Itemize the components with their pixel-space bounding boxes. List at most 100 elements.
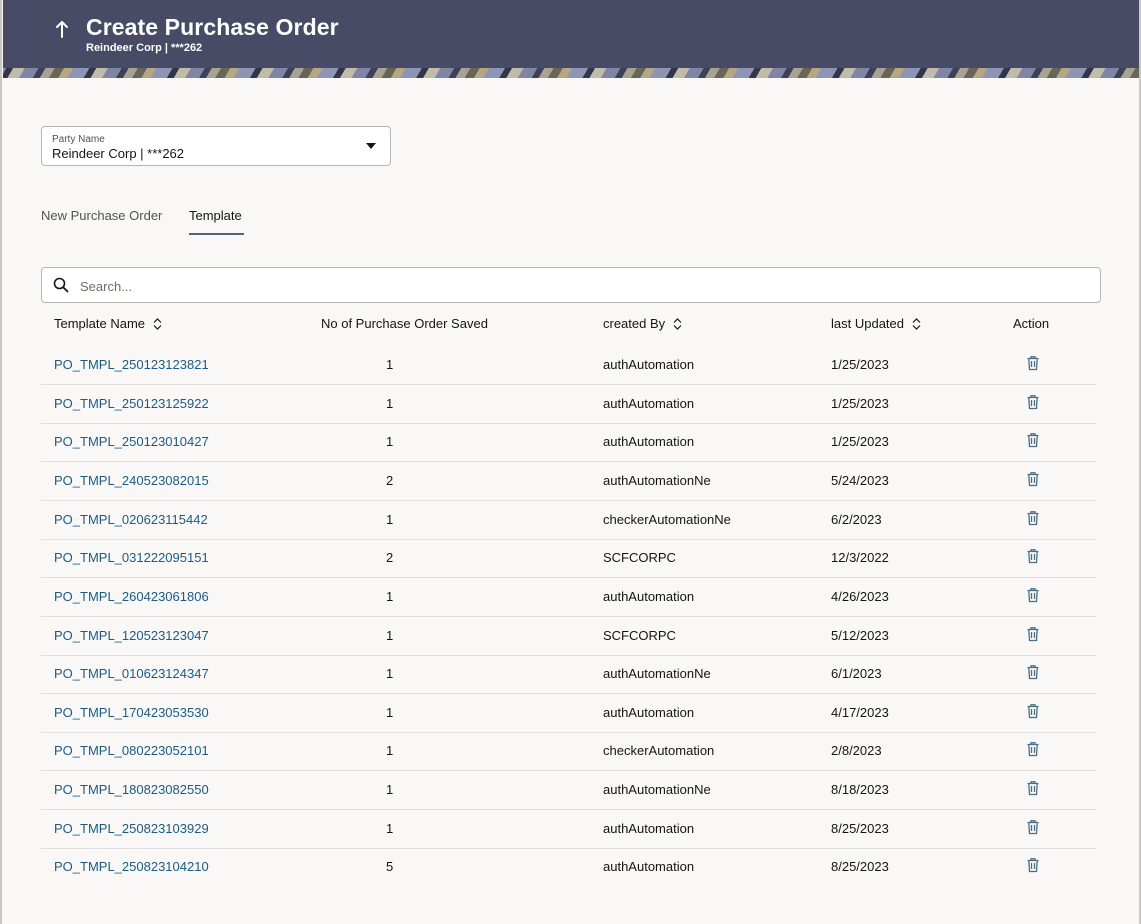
po-saved-count: 1 <box>386 782 394 797</box>
table-row: PO_TMPL_250823104210 5 authAutomation 8/… <box>41 847 1096 886</box>
created-by: authAutomation <box>603 859 695 874</box>
created-by: authAutomationNe <box>603 782 711 797</box>
trash-icon[interactable] <box>1026 587 1040 603</box>
header-decoration <box>3 68 1139 78</box>
created-by: authAutomation <box>603 396 695 411</box>
column-header-last-updated[interactable]: last Updated <box>831 316 921 331</box>
column-header-po-saved: No of Purchase Order Saved <box>321 316 488 331</box>
table-row: PO_TMPL_180823082550 1 authAutomationNe … <box>41 770 1096 810</box>
trash-icon[interactable] <box>1026 819 1040 835</box>
template-name-link[interactable]: PO_TMPL_250823104210 <box>54 859 209 874</box>
po-saved-count: 5 <box>386 859 394 874</box>
page-subtitle: Reindeer Corp | ***262 <box>86 42 203 54</box>
trash-icon[interactable] <box>1026 510 1040 526</box>
back-arrow-icon[interactable] <box>50 16 74 42</box>
po-saved-count: 1 <box>386 357 394 372</box>
created-by: checkerAutomationNe <box>603 512 731 527</box>
sort-icon[interactable] <box>153 317 162 330</box>
table-row: PO_TMPL_010623124347 1 authAutomationNe … <box>41 654 1096 694</box>
last-updated: 6/2/2023 <box>831 512 882 527</box>
trash-icon[interactable] <box>1026 664 1040 680</box>
po-saved-count: 1 <box>386 705 394 720</box>
table-row: PO_TMPL_170423053530 1 authAutomation 4/… <box>41 693 1096 733</box>
trash-icon[interactable] <box>1026 471 1040 487</box>
created-by: authAutomation <box>603 434 695 449</box>
trash-icon[interactable] <box>1026 548 1040 564</box>
last-updated: 8/18/2023 <box>831 782 889 797</box>
column-header-label: No of Purchase Order Saved <box>321 316 488 331</box>
last-updated: 8/25/2023 <box>831 821 889 836</box>
created-by: authAutomationNe <box>603 666 711 681</box>
column-header-template-name[interactable]: Template Name <box>54 316 162 331</box>
party-name-label: Party Name <box>52 134 105 145</box>
template-name-link[interactable]: PO_TMPL_250123010427 <box>54 434 209 449</box>
last-updated: 1/25/2023 <box>831 434 889 449</box>
column-header-action: Action <box>1013 316 1049 331</box>
column-header-label: Action <box>1013 316 1050 331</box>
active-tab-indicator <box>189 233 244 235</box>
last-updated: 12/3/2022 <box>831 550 889 565</box>
page-title: Create Purchase Order <box>86 14 339 40</box>
search-icon <box>53 277 69 293</box>
last-updated: 1/25/2023 <box>831 396 889 411</box>
table-row: PO_TMPL_240523082015 2 authAutomationNe … <box>41 461 1096 501</box>
column-header-created-by[interactable]: created By <box>603 316 682 331</box>
created-by: authAutomation <box>603 357 695 372</box>
po-saved-count: 2 <box>386 550 394 565</box>
sort-icon[interactable] <box>912 317 921 330</box>
party-name-select[interactable]: Party Name Reindeer Corp | ***262 <box>41 126 391 166</box>
last-updated: 5/12/2023 <box>831 628 889 643</box>
column-header-label: last Updated <box>831 316 904 331</box>
template-name-link[interactable]: PO_TMPL_020623115442 <box>54 512 208 527</box>
last-updated: 6/1/2023 <box>831 666 882 681</box>
trash-icon[interactable] <box>1026 857 1040 873</box>
tab-new-purchase-order[interactable]: New Purchase Order <box>41 208 162 223</box>
trash-icon[interactable] <box>1026 355 1040 371</box>
search-input[interactable] <box>78 273 1092 299</box>
template-name-link[interactable]: PO_TMPL_260423061806 <box>54 589 209 604</box>
table-row: PO_TMPL_250123123821 1 authAutomation 1/… <box>41 345 1096 385</box>
last-updated: 8/25/2023 <box>831 859 889 874</box>
table-row: PO_TMPL_031222095151 2 SCFCORPC 12/3/202… <box>41 538 1096 578</box>
sort-icon[interactable] <box>673 317 682 330</box>
table-row: PO_TMPL_250823103929 1 authAutomation 8/… <box>41 809 1096 849</box>
table-row: PO_TMPL_120523123047 1 SCFCORPC 5/12/202… <box>41 616 1096 656</box>
template-name-link[interactable]: PO_TMPL_120523123047 <box>54 628 209 643</box>
page-header: Create Purchase Order Reindeer Corp | **… <box>3 0 1139 78</box>
template-name-link[interactable]: PO_TMPL_250123123821 <box>54 357 209 372</box>
template-name-link[interactable]: PO_TMPL_170423053530 <box>54 705 209 720</box>
column-header-label: Template Name <box>54 316 146 331</box>
last-updated: 4/17/2023 <box>831 705 889 720</box>
trash-icon[interactable] <box>1026 626 1040 642</box>
template-name-link[interactable]: PO_TMPL_080223052101 <box>54 743 209 758</box>
table-row: PO_TMPL_080223052101 1 checkerAutomation… <box>41 731 1096 771</box>
template-name-link[interactable]: PO_TMPL_031222095151 <box>54 550 209 565</box>
table-row: PO_TMPL_020623115442 1 checkerAutomation… <box>41 500 1096 540</box>
trash-icon[interactable] <box>1026 432 1040 448</box>
caret-down-icon[interactable] <box>366 143 376 149</box>
column-header-label: created By <box>603 316 666 331</box>
po-saved-count: 1 <box>386 743 394 758</box>
template-name-link[interactable]: PO_TMPL_250123125922 <box>54 396 209 411</box>
created-by: SCFCORPC <box>603 628 676 643</box>
created-by: checkerAutomation <box>603 743 715 758</box>
last-updated: 4/26/2023 <box>831 589 889 604</box>
template-name-link[interactable]: PO_TMPL_250823103929 <box>54 821 209 836</box>
tab-template[interactable]: Template <box>189 208 242 223</box>
last-updated: 5/24/2023 <box>831 473 889 488</box>
created-by: authAutomation <box>603 821 695 836</box>
trash-icon[interactable] <box>1026 741 1040 757</box>
template-name-link[interactable]: PO_TMPL_240523082015 <box>54 473 209 488</box>
created-by: authAutomation <box>603 705 695 720</box>
po-saved-count: 2 <box>386 473 394 488</box>
po-saved-count: 1 <box>386 396 394 411</box>
po-saved-count: 1 <box>386 821 394 836</box>
template-name-link[interactable]: PO_TMPL_010623124347 <box>54 666 209 681</box>
trash-icon[interactable] <box>1026 394 1040 410</box>
trash-icon[interactable] <box>1026 780 1040 796</box>
trash-icon[interactable] <box>1026 703 1040 719</box>
po-saved-count: 1 <box>386 628 394 643</box>
po-saved-count: 1 <box>386 589 394 604</box>
template-name-link[interactable]: PO_TMPL_180823082550 <box>54 782 209 797</box>
created-by: authAutomation <box>603 589 695 604</box>
